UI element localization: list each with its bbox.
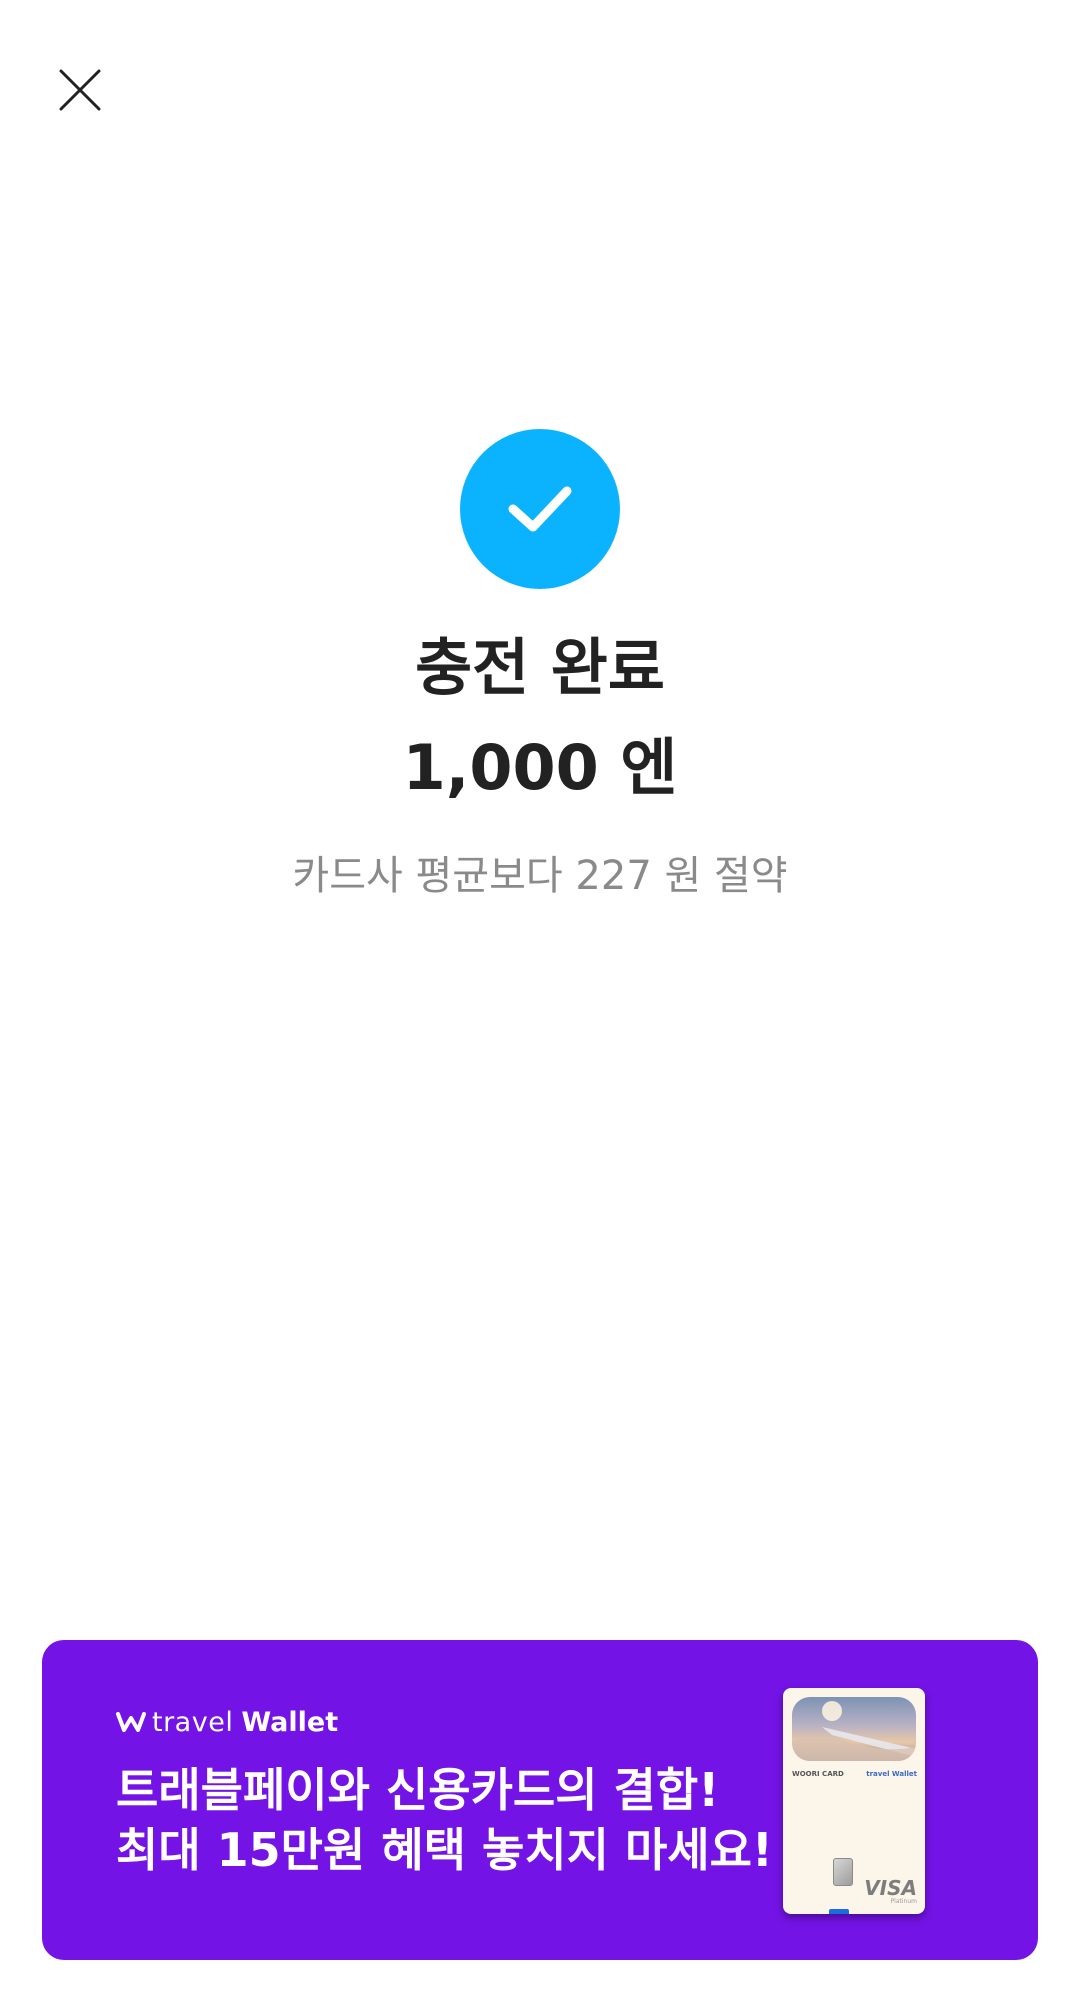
brand-wallet-text: Wallet (241, 1706, 339, 1738)
card-brand: travel Wallet (866, 1770, 917, 1778)
credit-card-image: WOORI CARD travel Wallet VISA Platinum (783, 1688, 925, 1914)
card-chip-icon (833, 1858, 853, 1886)
card-tier: Platinum (890, 1898, 917, 1905)
close-icon (59, 69, 101, 111)
result-title: 충전 완료 (415, 631, 665, 704)
promo-banner[interactable]: travel Wallet 트래블페이와 신용카드의 결합! 최대 15만원 혜… (42, 1640, 1038, 1960)
check-icon (508, 486, 572, 532)
saving-text: 카드사 평균보다 227 원 절약 (292, 853, 788, 899)
card-network: VISA (864, 1876, 917, 1900)
promo-headline: 트래블페이와 신용카드의 결합! (116, 1763, 720, 1817)
promo-subheadline: 최대 15만원 혜택 놓치지 마세요! (116, 1823, 773, 1877)
card-tab (829, 1909, 849, 1914)
charge-complete-screen: 충전 완료 1,000 엔 카드사 평균보다 227 원 절약 travel W… (0, 0, 1080, 2016)
card-photo (792, 1697, 916, 1761)
brand-travel-text: travel (152, 1706, 234, 1738)
wallet-logo-icon (116, 1711, 146, 1733)
card-issuer: WOORI CARD (792, 1770, 844, 1778)
close-button[interactable] (48, 58, 112, 122)
travel-wallet-logo: travel Wallet (116, 1702, 338, 1742)
charged-amount: 1,000 엔 (402, 731, 678, 804)
success-badge (460, 429, 620, 589)
